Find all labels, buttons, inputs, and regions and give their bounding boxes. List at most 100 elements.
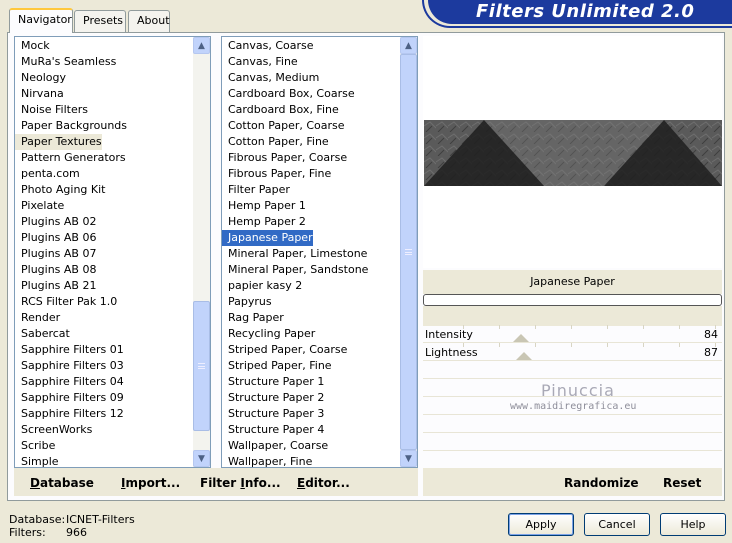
category-item[interactable]: Paper Textures [15,134,102,150]
filters-count-label: Filters: [9,526,46,539]
filter-preview-image [424,120,722,186]
slider-tick [715,325,716,329]
scrollbar[interactable]: ▲ ▼ [193,37,210,467]
slider-tick [499,325,500,329]
cancel-button[interactable]: Cancel [584,513,650,536]
filter-item[interactable]: Papyrus [222,294,272,310]
tab-presets[interactable]: Presets [74,10,126,32]
filter-item[interactable]: Structure Paper 2 [222,390,324,406]
slider-tick [463,325,464,329]
category-item[interactable]: Noise Filters [15,102,88,118]
filter-item[interactable]: Fibrous Paper, Fine [222,166,331,182]
filter-item[interactable]: Canvas, Medium [222,70,319,86]
watermark-name: Pinuccia [541,381,615,400]
scroll-down-arrow-icon[interactable]: ▼ [400,450,417,467]
filter-item[interactable]: Wallpaper, Fine [222,454,312,467]
filter-item[interactable]: Rag Paper [222,310,284,326]
category-item[interactable]: Paper Backgrounds [15,118,127,134]
slider-tick [571,343,572,347]
scroll-down-arrow-icon[interactable]: ▼ [193,450,210,467]
filter-item[interactable]: Canvas, Fine [222,54,298,70]
param-value: 87 [704,346,718,359]
filter-item[interactable]: Structure Paper 1 [222,374,324,390]
filter-item[interactable]: Hemp Paper 1 [222,198,306,214]
filter-item[interactable]: Mineral Paper, Sandstone [222,262,368,278]
category-item[interactable]: Plugins AB 21 [15,278,96,294]
slider-tick [571,325,572,329]
slider-tick [715,343,716,347]
reset-button[interactable]: Reset [663,476,701,490]
filter-item[interactable]: Cotton Paper, Coarse [222,118,345,134]
category-item[interactable]: Neology [15,70,66,86]
param-row-intensity[interactable]: Intensity 84 [423,325,722,343]
filter-item[interactable]: Filter Paper [222,182,290,198]
filter-item[interactable]: Striped Paper, Fine [222,358,332,374]
filter-item[interactable]: Recycling Paper [222,326,315,342]
category-item[interactable]: Render [15,310,60,326]
tab-navigator[interactable]: Navigator [9,8,73,33]
empty-param-row [423,433,722,451]
scrollbar[interactable]: ▲ ▼ [400,37,417,467]
filter-info-button[interactable]: Filter Info... [200,476,281,490]
randomize-button[interactable]: Randomize [564,476,638,490]
scrollbar-thumb[interactable] [193,301,210,431]
slider-tick [607,325,608,329]
progress-bar [423,294,722,306]
category-item[interactable]: Photo Aging Kit [15,182,105,198]
category-item[interactable]: Sapphire Filters 01 [15,342,124,358]
category-item[interactable]: Scribe [15,438,55,454]
filter-item[interactable]: Fibrous Paper, Coarse [222,150,347,166]
category-item[interactable]: RCS Filter Pak 1.0 [15,294,117,310]
database-info: Database: ICNET-Filters [9,513,135,526]
category-item[interactable]: Mock [15,38,50,54]
editor-button[interactable]: Editor... [297,476,350,490]
category-item[interactable]: Sapphire Filters 03 [15,358,124,374]
filter-item[interactable]: Mineral Paper, Limestone [222,246,367,262]
param-label: Intensity [425,328,473,341]
category-item[interactable]: Plugins AB 06 [15,230,96,246]
filter-item[interactable]: Structure Paper 4 [222,422,324,438]
slider-tick [643,325,644,329]
empty-param-row [423,361,722,379]
scrollbar-thumb[interactable] [400,54,417,450]
filter-item[interactable]: Cardboard Box, Fine [222,102,339,118]
category-item[interactable]: Plugins AB 08 [15,262,96,278]
category-item[interactable]: Nirvana [15,86,64,102]
slider-tick [679,343,680,347]
filter-item[interactable]: Wallpaper, Coarse [222,438,328,454]
slider-thumb-lightness[interactable] [516,352,532,360]
category-item[interactable]: Simple [15,454,59,467]
filter-list[interactable]: Canvas, Coarse Canvas, Fine Canvas, Medium… [221,36,418,468]
filter-item[interactable]: Striped Paper, Coarse [222,342,347,358]
slider-thumb-intensity[interactable] [513,334,529,342]
category-item[interactable]: MuRa's Seamless [15,54,116,70]
scroll-up-arrow-icon[interactable]: ▲ [400,37,417,54]
param-row-lightness[interactable]: Lightness 87 [423,343,722,361]
category-item[interactable]: penta.com [15,166,80,182]
category-item[interactable]: ScreenWorks [15,422,92,438]
category-item[interactable]: Sapphire Filters 09 [15,390,124,406]
filter-item[interactable]: Structure Paper 3 [222,406,324,422]
help-button[interactable]: Help [660,513,726,536]
filter-item[interactable]: Hemp Paper 2 [222,214,306,230]
category-item[interactable]: Sapphire Filters 12 [15,406,124,422]
apply-button[interactable]: Apply [508,513,574,536]
category-list[interactable]: Mock MuRa's Seamless Neology Nirvana Noise F… [14,36,211,468]
category-item[interactable]: Pixelate [15,198,64,214]
filter-item[interactable]: Cotton Paper, Fine [222,134,329,150]
import-button[interactable]: Import... [121,476,180,490]
database-value: ICNET-Filters [66,513,135,526]
filter-item[interactable]: Canvas, Coarse [222,38,314,54]
category-item[interactable]: Plugins AB 07 [15,246,96,262]
param-value: 84 [704,328,718,341]
category-item[interactable]: Plugins AB 02 [15,214,96,230]
filter-item[interactable]: Cardboard Box, Coarse [222,86,355,102]
category-item[interactable]: Sapphire Filters 04 [15,374,124,390]
tab-about[interactable]: About [128,10,170,32]
database-button[interactable]: Database [30,476,94,490]
filter-item[interactable]: papier kasy 2 [222,278,302,294]
scroll-up-arrow-icon[interactable]: ▲ [193,37,210,54]
category-item[interactable]: Sabercat [15,326,70,342]
filter-item[interactable]: Japanese Paper [222,229,314,247]
category-item[interactable]: Pattern Generators [15,150,126,166]
